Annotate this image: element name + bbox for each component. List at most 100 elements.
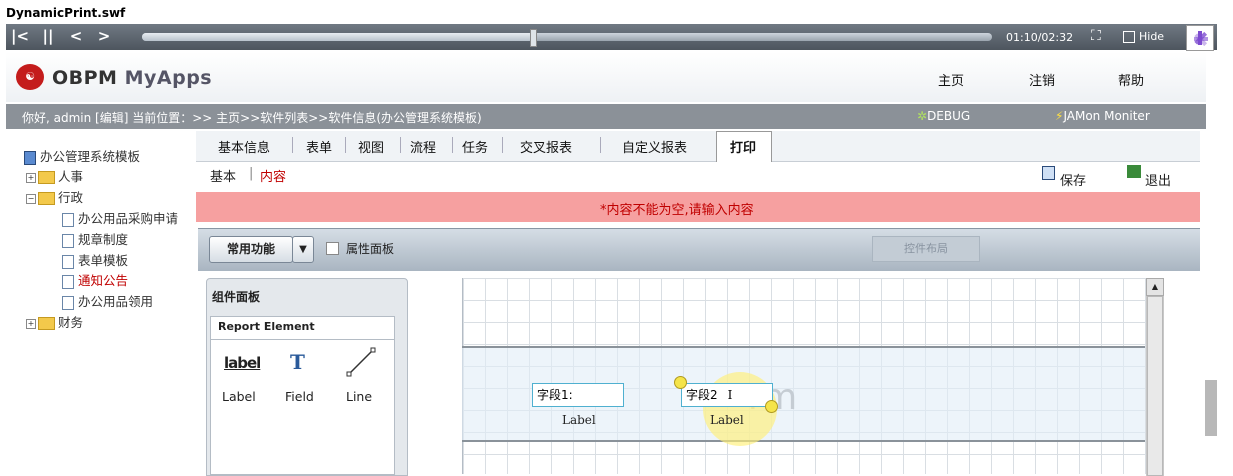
swf-title: DynamicPrint.swf [6,6,126,20]
field-2-value: 字段2 [686,388,718,402]
subtab-separator: | [249,166,254,181]
expand-icon[interactable]: + [26,318,36,329]
tab-task[interactable]: 任务 [462,137,488,156]
tab-view[interactable]: 视图 [358,137,384,156]
tree-item-label: 规章制度 [78,232,129,247]
property-panel-checkbox[interactable] [326,242,339,255]
collapse-icon[interactable]: − [26,193,36,204]
pause-button[interactable]: || [38,27,58,45]
tree-item-hr[interactable]: + 人事 [26,166,83,185]
tab-divider [452,137,453,153]
common-functions-button[interactable]: 常用功能 [209,236,293,263]
tree-item-notice[interactable]: 通知公告 [62,270,128,289]
page-scrollbar[interactable] [1205,380,1217,436]
document-icon [62,212,74,227]
document-icon [62,295,74,310]
database-icon [24,150,36,165]
breadcrumb[interactable]: 你好, admin [编辑] 当前位置：>> 主页>>软件列表>>软件信息(办公… [22,109,482,126]
tab-basic-info[interactable]: 基本信息 [218,137,270,156]
tab-divider [400,137,401,153]
nav-logout[interactable]: 注销 [1029,70,1055,89]
field-1-box[interactable]: 字段1: [532,383,624,407]
progress-fill [142,33,533,41]
tree-item-label: 行政 [58,190,84,205]
field-icon[interactable]: T [290,350,305,374]
field-item-name: Field [285,389,314,404]
component-panel-title: 组件面板 [212,290,261,304]
tab-bar [196,131,1200,162]
chevron-down-icon[interactable]: ▼ [292,236,314,263]
tree-item-label: 办公用品采购申请 [78,211,179,226]
tree-item-purchase[interactable]: 办公用品采购申请 [62,208,178,227]
tree-item-label: 表单模板 [78,253,129,268]
save-button[interactable]: 保存 [1060,170,1086,189]
tree-item-supplies[interactable]: 办公用品领用 [62,291,153,310]
exit-icon[interactable] [1127,165,1141,178]
brand-name: OBPM MyApps [52,67,212,89]
tree-root[interactable]: 办公管理系统模板 [24,146,140,165]
fullscreen-icon[interactable]: ⛶ [1091,28,1101,44]
folder-icon [38,317,55,330]
error-message: *内容不能为空,请输入内容 [600,203,754,218]
jamon-label: JAMon Moniter [1063,109,1150,123]
tab-custom-report[interactable]: 自定义报表 [622,137,687,156]
tree-root-label: 办公管理系统模板 [40,149,141,164]
tree-item-templates[interactable]: 表单模板 [62,250,128,269]
document-icon [62,274,74,289]
tab-form[interactable]: 表单 [306,137,332,156]
tree-item-label: 人事 [58,169,84,184]
folder-open-icon [38,192,55,205]
tab-divider [600,137,601,153]
tab-print[interactable]: 打印 [730,137,756,156]
resize-handle[interactable] [765,400,778,413]
subtab-basic[interactable]: 基本 [210,166,236,185]
next-button[interactable]: > [94,27,114,45]
brand-sub: MyApps [124,67,213,89]
player-bar: |< || < > 01:10/02:32 ⛶ Hide [6,24,1217,51]
tree-item-label: 通知公告 [78,273,129,288]
tab-flow[interactable]: 流程 [410,137,436,156]
document-icon [62,254,74,269]
time-readout: 01:10/02:32 [1006,31,1074,44]
nav-help[interactable]: 帮助 [1118,70,1144,89]
brand-main: OBPM [52,67,118,89]
expand-icon[interactable]: + [26,172,36,183]
debug-link[interactable]: ✲DEBUG [917,109,970,123]
brand-logo-icon: ☯ [16,64,44,90]
tab-divider [345,137,346,153]
save-icon[interactable] [1042,166,1055,180]
tree-item-admin[interactable]: − 行政 [26,187,83,206]
label-icon[interactable]: label [224,354,261,372]
text-cursor-icon: I [727,388,733,402]
tab-cross-report[interactable]: 交叉报表 [520,137,572,156]
exit-button[interactable]: 退出 [1145,170,1171,189]
progress-thumb[interactable] [530,29,537,47]
report-element-title: Report Element [218,320,315,333]
line-icon[interactable] [346,346,376,378]
field-1-type: Label [562,413,596,427]
tree-item-label: 财务 [58,315,84,330]
tree-item-finance[interactable]: + 财务 [26,312,83,331]
property-panel-label: 属性面板 [346,242,395,256]
document-icon [62,233,74,248]
tree-item-label: 办公用品领用 [78,294,154,309]
control-layout-button[interactable]: 控件布局 [872,236,980,262]
prev-button[interactable]: < [66,27,86,45]
resize-handle[interactable] [674,376,687,389]
tree-item-rules[interactable]: 规章制度 [62,229,128,248]
field-2-box[interactable]: 字段2 I [681,383,773,407]
bug-icon: ✲ [917,109,928,123]
scroll-up-icon[interactable]: ▲ [1146,278,1164,296]
subtab-content[interactable]: 内容 [260,166,286,185]
tab-divider [502,137,503,153]
progress-track[interactable] [142,29,992,47]
scroll-thumb[interactable] [1147,296,1163,476]
field-2-type: Label [710,413,744,427]
skip-back-button[interactable]: |< [10,27,30,45]
folder-icon [38,171,55,184]
nav-home[interactable]: 主页 [938,70,964,89]
label-item-name: Label [222,389,256,404]
jamon-link[interactable]: ⚡JAMon Moniter [1055,109,1150,123]
debug-label: DEBUG [927,109,971,123]
hide-checkbox[interactable] [1123,31,1135,43]
